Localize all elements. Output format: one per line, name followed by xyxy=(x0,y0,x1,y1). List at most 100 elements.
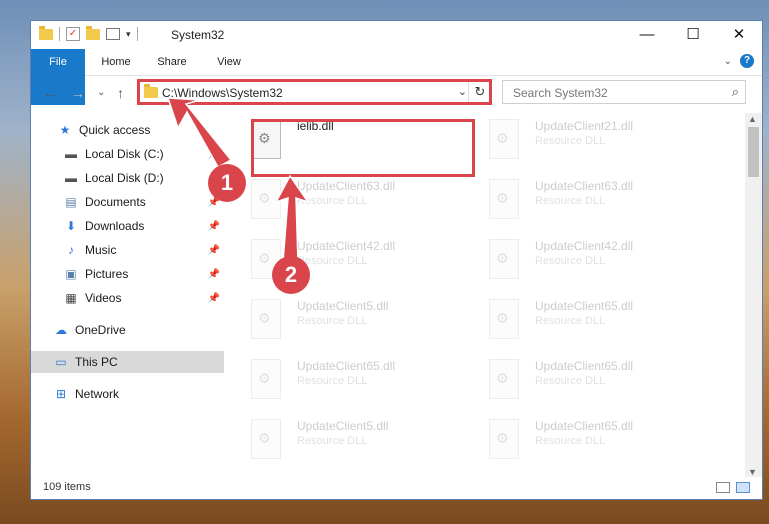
file-type: Resource DLL xyxy=(297,315,368,327)
folder-icon xyxy=(39,25,53,40)
view-toggle xyxy=(716,482,750,493)
dll-file-icon xyxy=(251,179,281,219)
sidebar-item-label: Quick access xyxy=(79,123,151,137)
sidebar-item-pictures[interactable]: ▣ Pictures 📌 xyxy=(31,263,224,285)
sidebar-item-label: Music xyxy=(85,243,117,257)
file-item[interactable]: UpdateClient65.dll Resource DLL xyxy=(469,413,699,463)
file-name: UpdateClient5.dll xyxy=(297,299,389,313)
file-item[interactable]: UpdateClient5.dll Resource DLL xyxy=(231,413,461,463)
file-item[interactable]: UpdateClient42.dll Resource DLL xyxy=(231,233,461,289)
cloud-icon: ☁ xyxy=(55,323,67,337)
pin-icon[interactable]: 📌 xyxy=(208,269,220,280)
videos-icon: ▦ xyxy=(65,291,77,305)
tab-share[interactable]: Share xyxy=(149,49,195,75)
close-button[interactable]: ✕ xyxy=(716,21,762,49)
ribbon: File Home Share View ⌄ ? xyxy=(31,49,762,105)
search-icon[interactable]: ⌕ xyxy=(732,84,739,100)
sidebar-item-quick-access[interactable]: ★ Quick access xyxy=(31,119,224,141)
help-icon[interactable]: ? xyxy=(740,54,754,68)
pin-icon[interactable]: 📌 xyxy=(208,221,220,232)
sidebar-item-downloads[interactable]: ⬇ Downloads 📌 xyxy=(31,215,224,237)
folder-icon xyxy=(144,84,158,98)
sidebar-item-this-pc[interactable]: ▭ This PC xyxy=(31,351,224,373)
file-name: UpdateClient65.dll xyxy=(535,299,634,313)
dll-file-icon xyxy=(251,359,281,399)
forward-button[interactable]: → xyxy=(71,85,85,101)
navigation-pane: ★ Quick access ▬ Local Disk (C:) 📌 ▬ Loc… xyxy=(31,113,224,463)
pin-icon[interactable]: 📌 xyxy=(208,293,220,304)
address-dropdown-icon[interactable]: ⌄ xyxy=(458,85,467,98)
file-name: UpdateClient63.dll xyxy=(297,179,396,193)
vertical-scrollbar[interactable]: ▲ ▼ xyxy=(745,113,762,478)
address-path[interactable]: C:\Windows\System32 xyxy=(162,86,283,100)
pin-icon[interactable]: 📌 xyxy=(208,149,220,160)
file-item[interactable]: UpdateClient65.dll Resource DLL xyxy=(231,353,461,409)
drive-icon: ▬ xyxy=(65,171,77,185)
tab-home[interactable]: Home xyxy=(91,49,141,75)
pictures-icon: ▣ xyxy=(65,267,77,281)
step-badge-1: 1 xyxy=(208,164,246,202)
sidebar-item-local-disk-d[interactable]: ▬ Local Disk (D:) 📌 xyxy=(31,167,224,189)
recent-locations-icon[interactable]: ⌄ xyxy=(97,87,105,98)
sidebar-item-onedrive[interactable]: ☁ OneDrive xyxy=(31,319,224,341)
large-icons-view-icon[interactable] xyxy=(736,482,750,493)
separator xyxy=(59,27,60,41)
search-box[interactable]: ⌕ xyxy=(502,80,746,104)
file-type: Resource DLL xyxy=(535,435,606,447)
sidebar-item-videos[interactable]: ▦ Videos 📌 xyxy=(31,287,224,309)
customize-toolbar-icon[interactable] xyxy=(106,28,120,40)
sidebar-item-label: Downloads xyxy=(85,219,145,233)
file-item[interactable]: UpdateClient21.dll Resource DLL xyxy=(469,113,699,169)
navigation-bar: ← → ⌄ ↑ C:\Windows\System32 ⌄ ↻ ⌕ xyxy=(31,77,762,109)
maximize-button[interactable]: ☐ xyxy=(670,21,716,49)
up-button[interactable]: ↑ xyxy=(117,85,124,101)
sidebar-item-network[interactable]: ⊞ Network xyxy=(31,383,224,405)
toolbar-dropdown-icon[interactable]: ▾ xyxy=(126,29,131,40)
file-name: UpdateClient65.dll xyxy=(535,359,634,373)
file-item[interactable]: UpdateClient65.dll Resource DLL xyxy=(469,353,699,409)
file-name: UpdateClient63.dll xyxy=(535,179,634,193)
address-bar[interactable]: C:\Windows\System32 ⌄ ↻ xyxy=(137,80,492,104)
file-type: Resource DLL xyxy=(535,135,606,147)
dll-file-icon xyxy=(489,359,519,399)
back-button[interactable]: ← xyxy=(43,85,57,101)
file-item[interactable]: UpdateClient5.dll Resource DLL xyxy=(231,293,461,349)
dll-file-icon xyxy=(489,239,519,279)
ribbon-controls: ⌄ ? xyxy=(724,54,754,68)
dll-file-icon xyxy=(251,299,281,339)
dll-file-icon xyxy=(251,419,281,459)
star-icon: ★ xyxy=(59,123,71,137)
sidebar-item-label: This PC xyxy=(75,355,118,369)
file-name: UpdateClient65.dll xyxy=(535,419,634,433)
sidebar-item-label: Videos xyxy=(85,291,122,305)
file-item-ielib[interactable]: ielib.dll xyxy=(231,113,461,169)
sidebar-item-label: OneDrive xyxy=(75,323,126,337)
dll-file-icon xyxy=(489,419,519,459)
new-folder-icon[interactable] xyxy=(86,25,100,40)
minimize-button[interactable]: — xyxy=(624,21,670,49)
scroll-thumb[interactable] xyxy=(748,127,759,177)
scroll-down-icon[interactable]: ▼ xyxy=(748,467,757,477)
file-type: Resource DLL xyxy=(535,255,606,267)
expand-ribbon-icon[interactable]: ⌄ xyxy=(724,56,732,67)
file-item[interactable]: UpdateClient63.dll Resource DLL xyxy=(469,173,699,229)
file-type: Resource DLL xyxy=(297,435,368,447)
sidebar-item-music[interactable]: ♪ Music 📌 xyxy=(31,239,224,261)
file-type: Resource DLL xyxy=(297,195,368,207)
file-item[interactable]: UpdateClient63.dll Resource DLL xyxy=(231,173,461,229)
details-view-icon[interactable] xyxy=(716,482,730,493)
dll-file-icon xyxy=(251,119,281,159)
refresh-icon[interactable]: ↻ xyxy=(468,81,491,103)
scroll-up-icon[interactable]: ▲ xyxy=(748,114,757,124)
properties-check-icon[interactable]: ✓ xyxy=(66,27,80,41)
search-input[interactable] xyxy=(511,82,715,104)
pin-icon[interactable]: 📌 xyxy=(208,245,220,256)
sidebar-item-local-disk-c[interactable]: ▬ Local Disk (C:) 📌 xyxy=(31,143,224,165)
file-item[interactable]: UpdateClient65.dll Resource DLL xyxy=(469,293,699,349)
sidebar-item-documents[interactable]: ▤ Documents 📌 xyxy=(31,191,224,213)
item-count: 109 items xyxy=(43,481,91,493)
status-bar: 109 items xyxy=(31,477,762,499)
file-item[interactable]: UpdateClient42.dll Resource DLL xyxy=(469,233,699,289)
sidebar-item-label: Network xyxy=(75,387,120,401)
tab-view[interactable]: View xyxy=(207,49,251,75)
